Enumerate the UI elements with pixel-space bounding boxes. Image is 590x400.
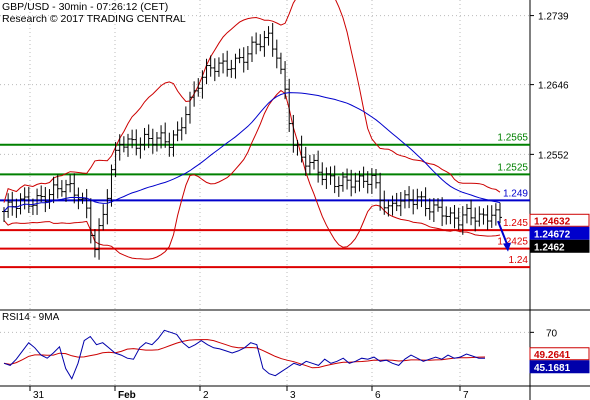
candles	[2, 23, 511, 260]
price-markers: 1.24632 1.24672 1.2462	[529, 213, 590, 253]
research-credit: Research © 2017 TRADING CENTRAL	[2, 13, 186, 25]
rsi-panel: 70 49.2641 45.1681	[0, 328, 590, 380]
level-label: 1.245	[503, 218, 528, 229]
time-tick-label: 6	[375, 390, 381, 400]
price-marker-label: 1.24632	[534, 216, 571, 227]
price-marker-label: 1.24672	[534, 229, 571, 240]
price-tick-label: 1.2552	[538, 150, 569, 161]
gbpusd-chart: 1.25651.25251.2491.2451.24251.24 1.27391…	[0, 0, 590, 400]
time-tick-label: 7	[463, 390, 469, 400]
level-label: 1.2525	[497, 162, 528, 173]
level-label: 1.2425	[497, 237, 528, 248]
time-axis: 31 Feb 2 3 6 7	[29, 386, 469, 400]
rsi-signal-line	[3, 339, 486, 369]
level-label: 1.249	[503, 188, 528, 199]
price-tick-label: 1.2739	[538, 12, 569, 23]
time-tick-label: Feb	[118, 390, 136, 400]
chart-title: GBP/USD - 30min - 07:26:12 (CET)	[2, 1, 169, 13]
levels: 1.2565 1.2525 1.249 1.245 1.2425 1.24	[0, 133, 530, 269]
rsi-title: RSI14 - 9MA	[2, 312, 60, 323]
time-tick-label: 31	[33, 390, 45, 400]
rsi-marker-label: 45.1681	[534, 363, 571, 374]
rsi-marker-label: 49.2641	[534, 350, 571, 361]
level-label: 1.2565	[497, 133, 528, 144]
price-axis: 1.2739 1.2646 1.2552	[530, 12, 569, 161]
price-tick-label: 1.2646	[538, 81, 569, 92]
rsi-tick-label: 70	[546, 328, 558, 339]
rsi-line	[3, 329, 485, 380]
price-marker-label: 1.2462	[534, 242, 565, 253]
level-label: 1.24	[509, 255, 529, 266]
bollinger-upper	[3, 0, 501, 203]
time-tick-label: 3	[290, 390, 296, 400]
time-tick-label: 2	[203, 390, 209, 400]
